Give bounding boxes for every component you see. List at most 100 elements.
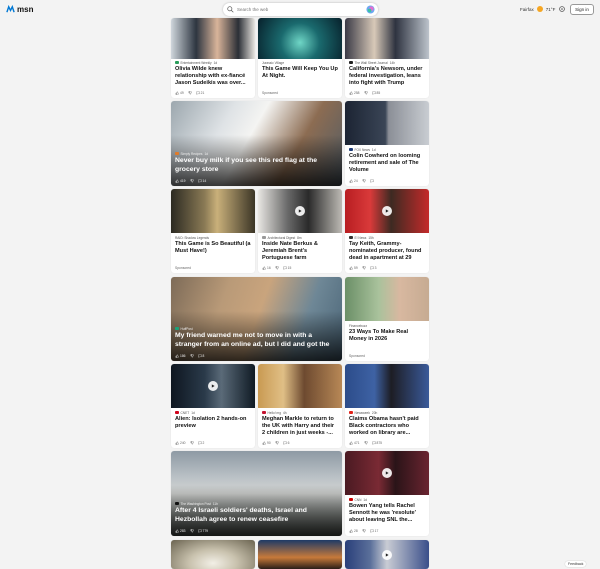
like-icon[interactable] [349,529,353,533]
dislike-icon[interactable] [190,529,194,533]
feedback-button[interactable]: Feedback [565,561,587,567]
news-card[interactable]: Newsweek 20h Claims Obama hasn't paid Bla… [345,364,429,448]
search-input[interactable] [237,6,357,13]
source-name[interactable]: HuffPost [181,327,193,331]
source-name[interactable]: The Washington Post [181,502,211,506]
hero-card[interactable]: The Washington Post 11h After 4 Israeli s… [171,451,342,536]
like-icon[interactable] [175,91,179,95]
hero-card[interactable]: HuffPost My friend warned me not to move… [171,277,342,361]
comment-icon[interactable] [195,91,200,95]
card-title[interactable]: 23 Ways To Make Real Money in 2026 [349,329,425,343]
source-name[interactable]: E! News [355,236,367,240]
comment-icon[interactable] [369,179,374,183]
card-title[interactable]: Alien: Isolation 2 hands-on preview [175,416,251,430]
play-button[interactable] [208,381,218,391]
card-title[interactable]: Tay Keith, Grammy-nominated producer, fo… [349,241,425,262]
weather-widget[interactable]: Fairfax 71°F [520,6,555,12]
dislike-icon[interactable] [275,266,279,270]
card-title[interactable]: Claims Obama hasn't paid Black contracto… [349,416,425,437]
comment-icon[interactable] [197,529,202,533]
comment-icon[interactable] [369,529,374,533]
like-icon[interactable] [349,266,353,270]
sponsored-label: Sponsored [175,266,191,270]
video-card[interactable]: Architectural Digest 8m Inside Nate Berku… [258,189,342,273]
dislike-icon[interactable] [190,354,194,358]
source-name[interactable]: Architectural Digest [268,236,296,240]
comment-icon[interactable] [282,441,287,445]
like-icon[interactable] [175,354,179,358]
news-card[interactable] [171,540,255,569]
card-title[interactable]: Never buy milk if you see this red flag … [175,157,338,174]
comment-icon[interactable] [197,441,202,445]
comment-icon[interactable] [371,91,376,95]
like-icon[interactable] [175,529,179,533]
card-title[interactable]: This Game is So Beautiful (a Must Have!) [175,241,251,255]
copilot-icon[interactable] [366,5,375,14]
dislike-icon[interactable] [362,266,366,270]
card-title[interactable]: Meghan Markle to return to the UK with H… [262,416,338,437]
comment-icon[interactable] [369,266,374,270]
like-icon[interactable] [349,441,353,445]
msn-logo[interactable]: msn [6,5,33,14]
hero-card[interactable]: Simply Recipes 1d Never buy milk if you s… [171,101,342,186]
source-name[interactable]: Financebuzz [349,324,367,328]
card-title[interactable]: After 4 Israeli soldiers' deaths, Israel… [175,507,338,524]
comment-icon[interactable] [197,354,202,358]
like-icon[interactable] [349,179,353,183]
source-name[interactable]: Jurassic Village [262,61,284,65]
dislike-icon[interactable] [188,91,192,95]
news-card[interactable]: Hello! mg 4h Meghan Markle to return to t… [258,364,342,448]
ad-card[interactable]: RAID: Shadow Legends This Game is So Bea… [171,189,255,273]
like-icon[interactable] [175,179,179,183]
comment-icon[interactable] [197,179,202,183]
card-title[interactable]: This Game Will Keep You Up At Night. [262,66,338,80]
source-name[interactable]: RAID: Shadow Legends [175,236,209,240]
source-name[interactable]: Simply Recipes [181,152,203,156]
like-icon[interactable] [349,91,353,95]
news-card[interactable]: FOX News 1d Colin Cowherd on looming reti… [345,101,429,186]
card-image [258,189,342,233]
dislike-icon[interactable] [364,91,368,95]
source-name[interactable]: Newsweek [355,411,370,415]
ad-card[interactable]: Financebuzz 23 Ways To Make Real Money i… [345,277,429,361]
card-title[interactable]: Colin Cowherd on looming retirement and … [349,153,425,174]
sign-in-button[interactable]: Sign in [570,4,594,15]
play-button[interactable] [382,468,392,478]
card-image [345,101,429,145]
news-card[interactable]: Entertainment Weekly 1d Olivia Wilde knew… [171,18,255,98]
card-title[interactable]: California's Newsom, under federal inves… [349,66,425,94]
card-title[interactable]: My friend warned me not to move in with … [175,332,338,349]
play-button[interactable] [295,206,305,216]
video-card[interactable] [345,540,429,569]
source-name[interactable]: The Wall Street Journal [355,61,388,65]
dislike-icon[interactable] [362,529,366,533]
dislike-icon[interactable] [190,179,194,183]
ad-card[interactable]: Jurassic Village This Game Will Keep You… [258,18,342,98]
like-icon[interactable] [262,441,266,445]
dislike-icon[interactable] [362,179,366,183]
video-card[interactable]: E! News 15h Tay Keith, Grammy-nominated p… [345,189,429,273]
card-title[interactable]: Inside Nate Berkus & Jeremiah Brent's Po… [262,241,338,262]
video-card[interactable]: CNN 1d Bowen Yang tells Rachel Sennott he… [345,451,429,536]
source-name[interactable]: Entertainment Weekly [181,61,212,65]
play-button[interactable] [382,549,392,560]
comment-icon[interactable] [371,441,376,445]
source-name[interactable]: Hello! mg [268,411,281,415]
card-title[interactable]: Bowen Yang tells Rachel Sennott he was '… [349,503,425,524]
source-name[interactable]: FOX News [355,148,370,152]
card-title[interactable]: Olivia Wilde knew relationship with ex-f… [175,66,251,94]
news-card[interactable]: The Wall Street Journal 14h California's … [345,18,429,98]
dislike-icon[interactable] [364,441,368,445]
dislike-icon[interactable] [190,441,194,445]
search-box[interactable] [223,3,378,16]
like-icon[interactable] [262,266,266,270]
play-button[interactable] [382,206,392,216]
dislike-icon[interactable] [275,441,279,445]
source-name[interactable]: CNET [181,411,190,415]
gear-icon[interactable] [558,5,566,13]
comment-icon[interactable] [282,266,287,270]
video-card[interactable]: CNET 1d Alien: Isolation 2 hands-on previ… [171,364,255,448]
source-name[interactable]: CNN [355,498,362,502]
like-icon[interactable] [175,441,179,445]
news-card[interactable] [258,540,342,569]
